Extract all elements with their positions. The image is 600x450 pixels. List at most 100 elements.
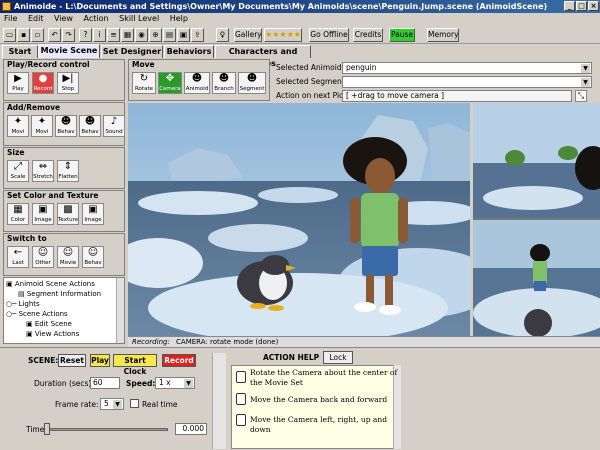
- tab-behaviors[interactable]: Behaviors: [164, 45, 214, 58]
- menu-view[interactable]: View: [50, 13, 77, 25]
- scene-label: SCENE:: [28, 356, 59, 365]
- undo-icon[interactable]: ↶: [48, 28, 61, 42]
- rotate-tool[interactable]: ↻ Rotate: [132, 72, 156, 94]
- segment-tool[interactable]: ☻ Segment: [238, 72, 266, 94]
- maximize-icon[interactable]: □: [576, 1, 587, 11]
- color-tool[interactable]: ▦ Color: [7, 203, 29, 225]
- tree-item-scene-actions-folder[interactable]: ○─ Scene Actions: [6, 310, 68, 319]
- tab-start[interactable]: Start: [2, 45, 38, 58]
- texture-tool[interactable]: ▩ Texture: [57, 203, 79, 225]
- info-icon[interactable]: i: [93, 28, 106, 42]
- tree-item-edit-scene[interactable]: ▣ Edit Scene: [26, 320, 72, 329]
- time-slider-track[interactable]: [46, 428, 168, 431]
- add-behavior-tool[interactable]: ☻ Behav: [55, 115, 77, 137]
- bush: [558, 146, 578, 160]
- memory-button[interactable]: Memory: [427, 28, 459, 42]
- tree-item-lights[interactable]: ○─ Lights: [6, 300, 40, 309]
- export-icon[interactable]: ⇪: [191, 28, 204, 42]
- menu-help[interactable]: Help: [166, 13, 192, 25]
- help-icon[interactable]: ?: [79, 28, 92, 42]
- close-icon[interactable]: ×: [588, 1, 599, 11]
- panel-title: Play/Record control: [7, 60, 90, 69]
- remove-behavior-tool[interactable]: ☻ Behav: [79, 115, 101, 137]
- action-next-pick-label: Action on next Pick:: [276, 91, 351, 100]
- figure-icon: ☻: [84, 116, 96, 127]
- menu-edit[interactable]: Edit: [24, 13, 48, 25]
- tab-characters-and-props[interactable]: Characters and Props: [215, 45, 311, 68]
- play-tool[interactable]: ▶ Play: [7, 72, 29, 94]
- status-message: CAMERA: rotate mode (done): [176, 338, 279, 346]
- help-item-back-forward: Move the Camera back and forward: [250, 395, 388, 404]
- add-movie-tool[interactable]: ✦ Movi: [7, 115, 29, 137]
- scene-controls-scrollbar[interactable]: [212, 353, 226, 449]
- sound-tool[interactable]: ♪ Sound: [103, 115, 125, 137]
- expand-icon[interactable]: ⤡: [575, 90, 587, 102]
- add-remove-panel: Add/Remove ✦ Movi ✦ Movi ☻ Behav ☻ Behav ♪ So…: [3, 102, 125, 146]
- selected-segment-select[interactable]: ▼: [342, 76, 592, 88]
- scene-render: [128, 103, 470, 336]
- tab-movie-scene[interactable]: Movie Scene: [38, 44, 100, 58]
- realtime-checkbox[interactable]: [130, 399, 139, 408]
- grid-icon[interactable]: ▦: [121, 28, 134, 42]
- camera-tool[interactable]: ✥ Camera: [158, 72, 182, 94]
- record-tool[interactable]: ● Record: [32, 72, 54, 94]
- speed-select[interactable]: 1 x ▼: [155, 377, 195, 389]
- main-3d-viewport[interactable]: [128, 103, 470, 336]
- selected-animoid-select[interactable]: penguin ▼: [342, 62, 592, 74]
- redo-icon[interactable]: ↷: [62, 28, 75, 42]
- target-icon[interactable]: ⊕: [149, 28, 162, 42]
- remove-movie-tool[interactable]: ✦ Movi: [31, 115, 53, 137]
- panel-title: Switch to: [7, 234, 47, 243]
- scene-tree: ▣ Animoid Scene Actions ▤ Segment Inform…: [3, 277, 125, 344]
- flatten-tool[interactable]: ⇕ Flatten: [57, 160, 79, 182]
- play-button[interactable]: Play: [90, 354, 110, 367]
- tree-scrollbar[interactable]: [116, 278, 124, 343]
- rating-stars[interactable]: ★★★★★: [264, 28, 302, 42]
- scale-tool[interactable]: ⤢ Scale: [7, 160, 29, 182]
- switch-last-tool[interactable]: ← Last: [7, 246, 29, 268]
- save-icon[interactable]: ▪: [17, 28, 30, 42]
- image-tool[interactable]: ▣ Image: [32, 203, 54, 225]
- switch-movie-tool[interactable]: ☺ Movie: [57, 246, 79, 268]
- bulb-icon[interactable]: ♀: [216, 28, 229, 42]
- time-slider-handle[interactable]: [44, 423, 50, 435]
- figure-icon: ☻: [246, 73, 258, 84]
- branch-tool[interactable]: ☻ Branch: [212, 72, 236, 94]
- image-icon[interactable]: ▣: [177, 28, 190, 42]
- menu-skill-level[interactable]: Skill Level: [115, 13, 163, 25]
- start-clock-button[interactable]: Start Clock: [113, 354, 157, 376]
- record-button[interactable]: Record: [162, 354, 196, 367]
- switch-other-tool[interactable]: ☺ Other: [32, 246, 54, 268]
- go-offline-button[interactable]: Go Offline: [309, 28, 349, 42]
- stretch-tool[interactable]: ⇔ Stretch: [32, 160, 54, 182]
- mouse-icon: [236, 414, 246, 426]
- credits-button[interactable]: Credits: [353, 28, 383, 42]
- list-icon[interactable]: ≡: [107, 28, 120, 42]
- tree-item-view-actions[interactable]: ▣ View Actions: [26, 330, 79, 339]
- stretch-icon: ⇔: [38, 161, 48, 172]
- secondary-viewport[interactable]: [473, 103, 600, 336]
- frame-rate-select[interactable]: 5 ▼: [100, 398, 124, 410]
- menu-action[interactable]: Action: [80, 13, 113, 25]
- toolbar: ▭ ▪ ▫ ↶ ↷ ? i ≡ ▦ ◉ ⊕ ▤ ▣ ⇪ ♀ Gallery ★★…: [0, 25, 600, 44]
- app-icon: [2, 2, 11, 11]
- minimize-icon[interactable]: _: [564, 1, 575, 11]
- open-folder-icon[interactable]: ▭: [3, 28, 16, 42]
- switch-behavior-tool[interactable]: ☺ Behav: [82, 246, 104, 268]
- camera-icon[interactable]: ◉: [135, 28, 148, 42]
- gallery-button[interactable]: Gallery: [234, 28, 262, 42]
- animoid-tool[interactable]: ☻ Animoid: [184, 72, 210, 94]
- tree-item-segment-info[interactable]: ▤ Segment Information: [18, 290, 101, 299]
- image-tool-2[interactable]: ▣ Image: [82, 203, 104, 225]
- new-icon[interactable]: ▫: [31, 28, 44, 42]
- reset-button[interactable]: Reset: [58, 354, 86, 367]
- pause-button[interactable]: Pause: [389, 28, 415, 42]
- stop-tool[interactable]: ▶| Stop: [57, 72, 79, 94]
- action-next-pick-field: [ +drag to move camera ]: [342, 90, 572, 102]
- lock-button[interactable]: Lock: [323, 351, 353, 364]
- tree-item-scene-actions[interactable]: ▣ Animoid Scene Actions: [6, 280, 95, 289]
- tab-set-designer[interactable]: Set Designer: [101, 45, 163, 58]
- scene-icon[interactable]: ▤: [163, 28, 176, 42]
- menu-file[interactable]: File: [0, 13, 21, 25]
- duration-input[interactable]: 60: [90, 377, 120, 389]
